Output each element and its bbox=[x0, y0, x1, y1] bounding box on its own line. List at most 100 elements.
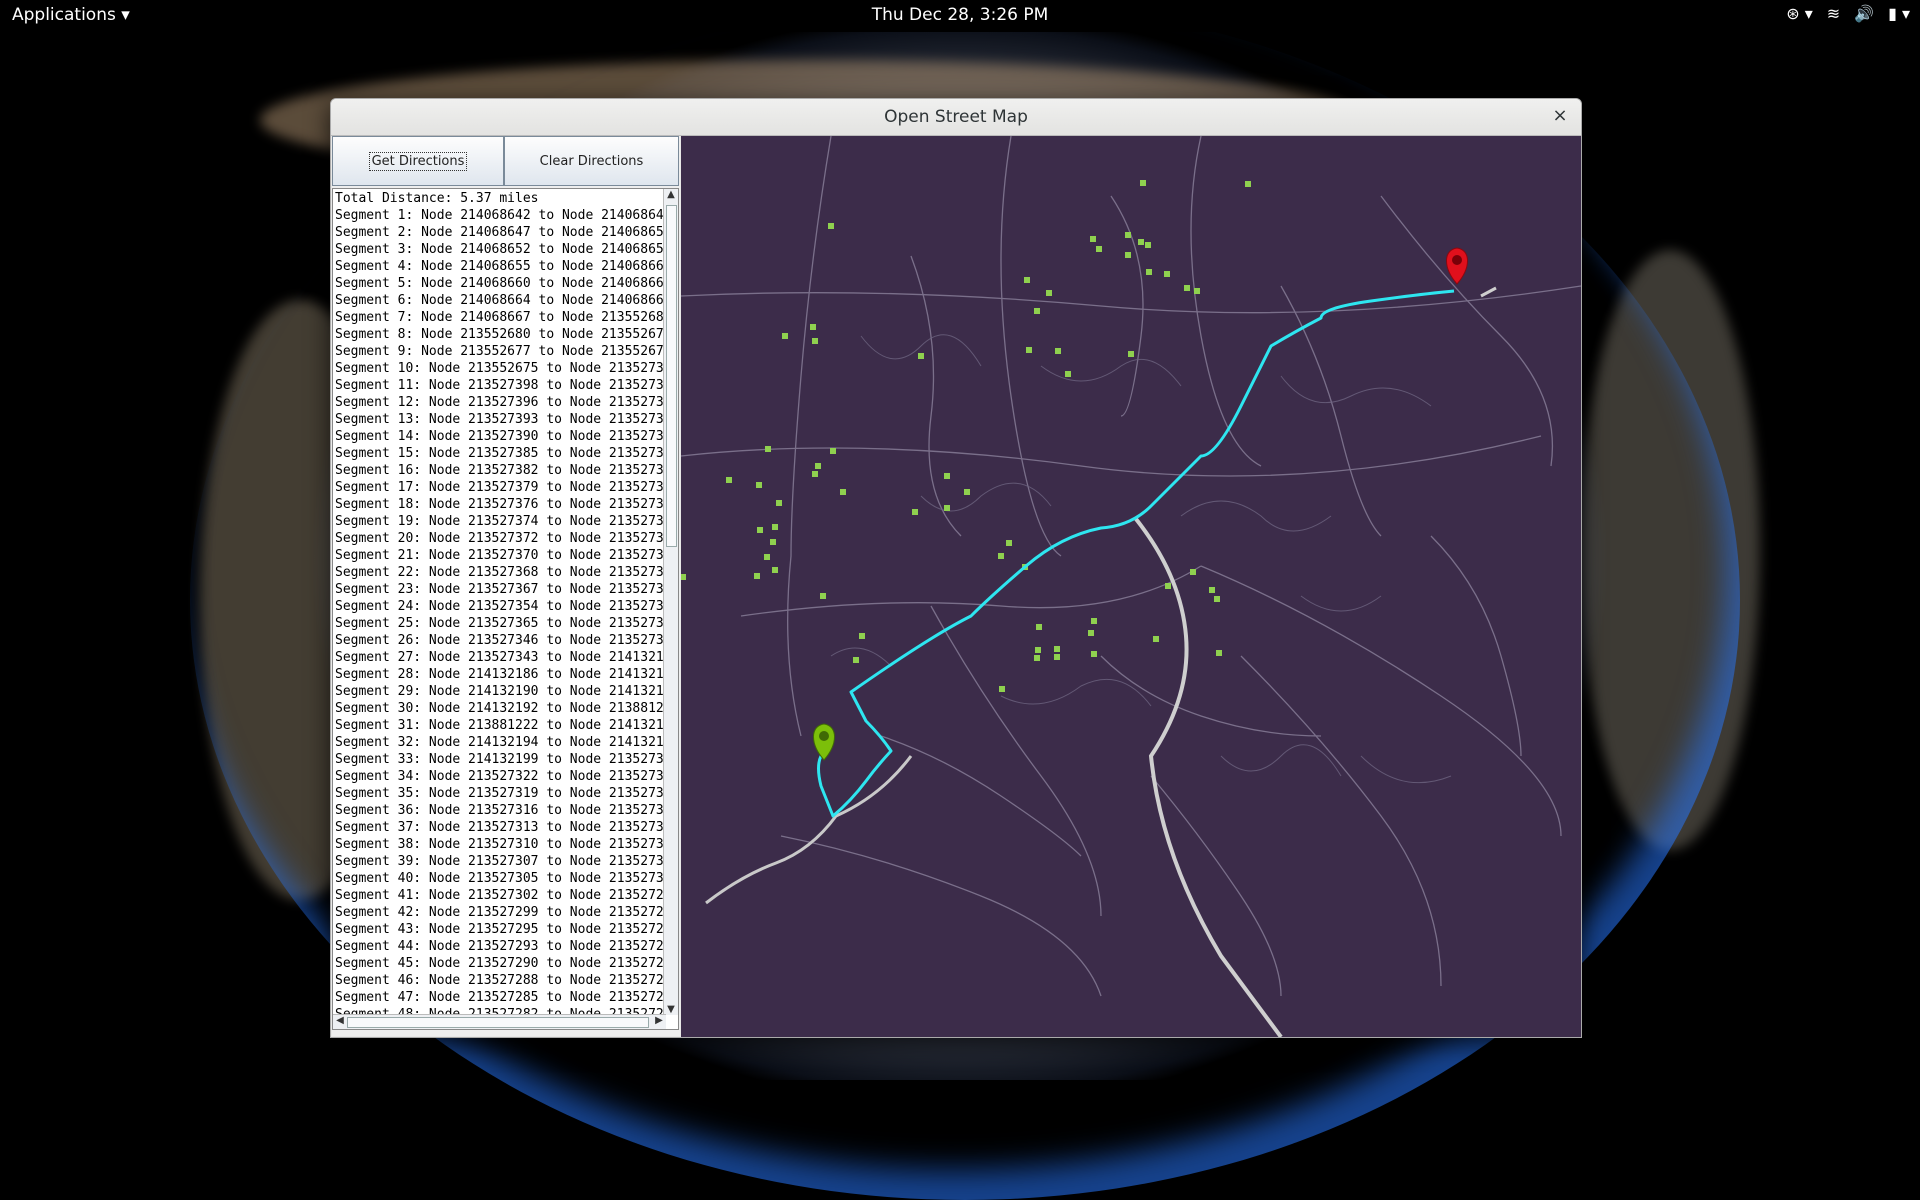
poi-marker[interactable] bbox=[1024, 277, 1030, 283]
poi-marker[interactable] bbox=[772, 524, 778, 530]
poi-marker[interactable] bbox=[726, 477, 732, 483]
directions-panel: Get Directions Clear Directions Total Di… bbox=[332, 136, 680, 1036]
poi-marker[interactable] bbox=[964, 489, 970, 495]
segment-line: Segment 28: Node 214132186 to Node 21413… bbox=[335, 667, 663, 682]
poi-marker[interactable] bbox=[998, 553, 1004, 559]
poi-marker[interactable] bbox=[1125, 232, 1131, 238]
title-bar[interactable]: Open Street Map × bbox=[331, 99, 1581, 136]
get-directions-button[interactable]: Get Directions bbox=[332, 136, 504, 186]
segment-line: Segment 36: Node 213527316 to Node 21352… bbox=[335, 803, 663, 818]
poi-marker[interactable] bbox=[830, 448, 836, 454]
scrollbar-thumb[interactable] bbox=[666, 205, 677, 547]
poi-marker[interactable] bbox=[764, 554, 770, 560]
poi-marker[interactable] bbox=[1194, 288, 1200, 294]
accessibility-icon[interactable]: ⊛ ▾ bbox=[1786, 4, 1813, 23]
poi-marker[interactable] bbox=[1128, 351, 1134, 357]
applications-menu[interactable]: Applications ▾ bbox=[12, 5, 130, 25]
poi-marker[interactable] bbox=[812, 338, 818, 344]
directions-list[interactable]: Total Distance: 5.37 miles Segment 1: No… bbox=[332, 188, 679, 1030]
poi-marker[interactable] bbox=[944, 505, 950, 511]
segment-line: Segment 30: Node 214132192 to Node 21388… bbox=[335, 701, 663, 716]
poi-marker[interactable] bbox=[840, 489, 846, 495]
poi-marker[interactable] bbox=[772, 567, 778, 573]
poi-marker[interactable] bbox=[1055, 348, 1061, 354]
poi-marker[interactable] bbox=[912, 509, 918, 515]
poi-marker[interactable] bbox=[1125, 252, 1131, 258]
segment-line: Segment 21: Node 213527370 to Node 21352… bbox=[335, 548, 663, 563]
poi-marker[interactable] bbox=[757, 527, 763, 533]
horizontal-scrollbar[interactable]: ◀ ▶ bbox=[333, 1014, 666, 1029]
poi-marker[interactable] bbox=[944, 473, 950, 479]
poi-marker[interactable] bbox=[1096, 246, 1102, 252]
poi-marker[interactable] bbox=[918, 353, 924, 359]
close-button[interactable]: × bbox=[1549, 105, 1571, 127]
poi-marker[interactable] bbox=[1035, 647, 1041, 653]
poi-marker[interactable] bbox=[1088, 630, 1094, 636]
poi-marker[interactable] bbox=[1034, 308, 1040, 314]
highway-road bbox=[705, 755, 913, 905]
poi-marker[interactable] bbox=[1091, 651, 1097, 657]
poi-marker[interactable] bbox=[770, 539, 776, 545]
scroll-right-arrow[interactable]: ▶ bbox=[652, 1015, 666, 1026]
map-view[interactable] bbox=[681, 136, 1581, 1037]
poi-marker[interactable] bbox=[1054, 646, 1060, 652]
map-canvas[interactable] bbox=[681, 136, 1581, 1037]
poi-marker[interactable] bbox=[1164, 271, 1170, 277]
vertical-scrollbar[interactable]: ▲ ▼ bbox=[663, 189, 678, 1015]
clear-directions-button[interactable]: Clear Directions bbox=[504, 136, 679, 186]
poi-marker[interactable] bbox=[1145, 242, 1151, 248]
start-marker[interactable] bbox=[813, 723, 835, 761]
battery-icon[interactable]: ▮ ▾ bbox=[1888, 4, 1910, 23]
poi-marker[interactable] bbox=[1138, 239, 1144, 245]
poi-marker[interactable] bbox=[820, 593, 826, 599]
poi-marker[interactable] bbox=[1034, 655, 1040, 661]
poi-marker[interactable] bbox=[812, 471, 818, 477]
poi-marker[interactable] bbox=[810, 324, 816, 330]
system-tray[interactable]: ⊛ ▾ ≋ 🔊 ▮ ▾ bbox=[1786, 4, 1910, 23]
segment-line: Segment 46: Node 213527288 to Node 21352… bbox=[335, 973, 663, 988]
poi-marker[interactable] bbox=[1214, 596, 1220, 602]
poi-marker[interactable] bbox=[853, 657, 859, 663]
segment-line: Segment 43: Node 213527295 to Node 21352… bbox=[335, 922, 663, 937]
poi-marker[interactable] bbox=[1216, 650, 1222, 656]
segment-line: Segment 35: Node 213527319 to Node 21352… bbox=[335, 786, 663, 801]
poi-marker[interactable] bbox=[782, 333, 788, 339]
poi-marker[interactable] bbox=[1209, 587, 1215, 593]
poi-marker[interactable] bbox=[1036, 624, 1042, 630]
poi-marker[interactable] bbox=[754, 573, 760, 579]
segment-line: Segment 38: Node 213527310 to Node 21352… bbox=[335, 837, 663, 852]
poi-marker[interactable] bbox=[756, 482, 762, 488]
poi-marker[interactable] bbox=[1140, 180, 1146, 186]
poi-marker[interactable] bbox=[1026, 347, 1032, 353]
poi-marker[interactable] bbox=[999, 686, 1005, 692]
poi-marker[interactable] bbox=[859, 633, 865, 639]
end-marker[interactable] bbox=[1446, 247, 1468, 285]
poi-marker[interactable] bbox=[1153, 636, 1159, 642]
poi-marker[interactable] bbox=[681, 574, 686, 580]
poi-marker[interactable] bbox=[1090, 236, 1096, 242]
planet-band bbox=[1580, 250, 1760, 850]
poi-marker[interactable] bbox=[828, 223, 834, 229]
segment-line: Segment 16: Node 213527382 to Node 21352… bbox=[335, 463, 663, 478]
clock[interactable]: Thu Dec 28, 3:26 PM bbox=[872, 5, 1049, 25]
poi-marker[interactable] bbox=[1054, 654, 1060, 660]
segment-line: Segment 14: Node 213527390 to Node 21352… bbox=[335, 429, 663, 444]
poi-marker[interactable] bbox=[1165, 583, 1171, 589]
poi-marker[interactable] bbox=[1046, 290, 1052, 296]
poi-marker[interactable] bbox=[765, 446, 771, 452]
scroll-left-arrow[interactable]: ◀ bbox=[333, 1015, 347, 1026]
volume-icon[interactable]: 🔊 bbox=[1854, 4, 1874, 23]
poi-marker[interactable] bbox=[1091, 618, 1097, 624]
poi-marker[interactable] bbox=[1065, 371, 1071, 377]
hscrollbar-thumb[interactable] bbox=[347, 1017, 649, 1028]
poi-marker[interactable] bbox=[1184, 285, 1190, 291]
poi-marker[interactable] bbox=[776, 500, 782, 506]
poi-marker[interactable] bbox=[1245, 181, 1251, 187]
wifi-icon[interactable]: ≋ bbox=[1827, 4, 1840, 23]
scroll-down-arrow[interactable]: ▼ bbox=[664, 1004, 678, 1015]
poi-marker[interactable] bbox=[1146, 269, 1152, 275]
poi-marker[interactable] bbox=[1006, 540, 1012, 546]
poi-marker[interactable] bbox=[1190, 569, 1196, 575]
scroll-up-arrow[interactable]: ▲ bbox=[664, 189, 678, 200]
poi-marker[interactable] bbox=[815, 463, 821, 469]
